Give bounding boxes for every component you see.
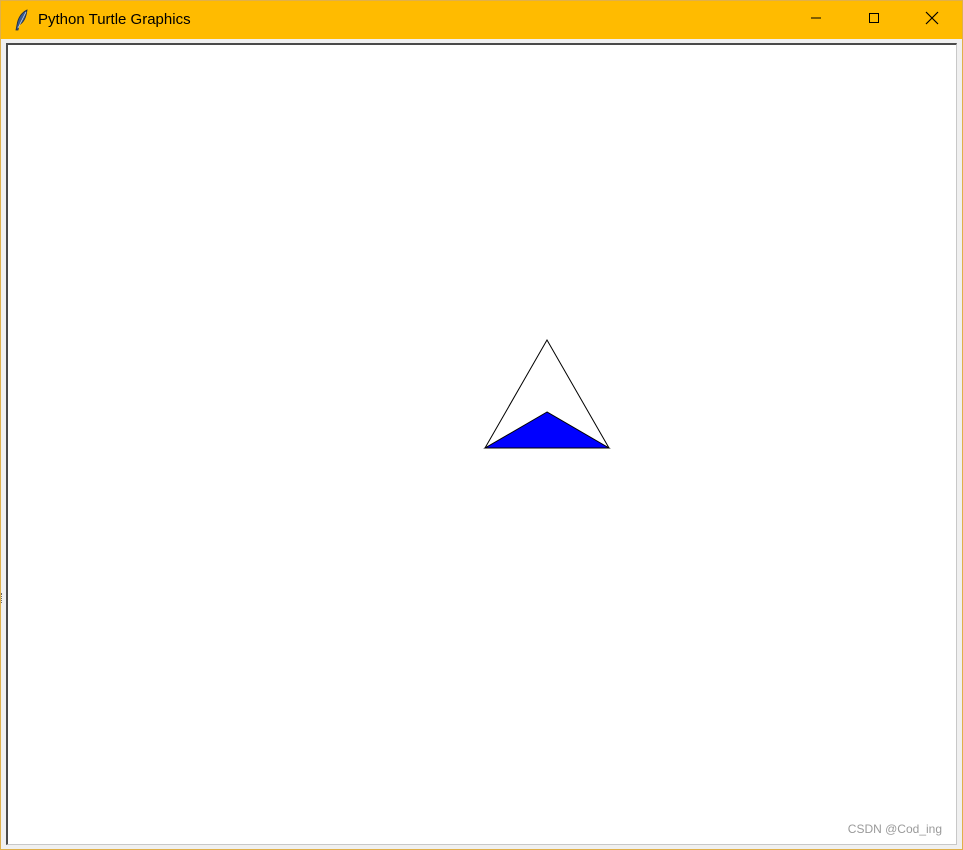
- close-button[interactable]: [903, 1, 961, 39]
- close-icon: [925, 11, 939, 30]
- minimize-icon: [810, 11, 822, 29]
- window-client-area: CSDN @Cod_ing: [4, 41, 959, 847]
- feather-icon: [13, 9, 31, 31]
- filled-triangle: [483, 411, 611, 449]
- maximize-icon: [868, 11, 880, 29]
- minimize-button[interactable]: [787, 1, 845, 39]
- watermark: CSDN @Cod_ing: [847, 822, 942, 836]
- resize-handle[interactable]: [1, 593, 4, 603]
- title-bar[interactable]: Python Turtle Graphics: [1, 1, 962, 39]
- turtle-canvas[interactable]: CSDN @Cod_ing: [6, 43, 957, 845]
- turtle-window: Python Turtle Graphics CSDN @Cod_ing: [0, 0, 963, 850]
- window-title: Python Turtle Graphics: [38, 11, 191, 28]
- maximize-button[interactable]: [845, 1, 903, 39]
- turtle-drawing: [483, 338, 611, 449]
